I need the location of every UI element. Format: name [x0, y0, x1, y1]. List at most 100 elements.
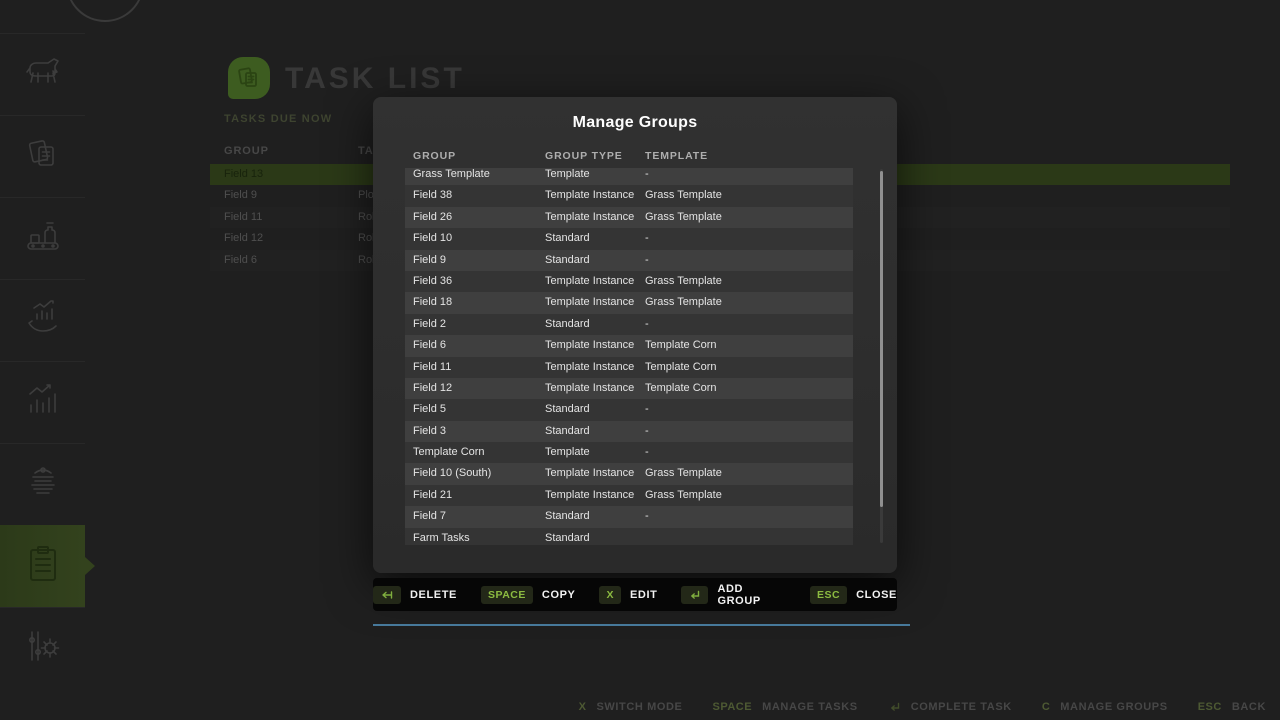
group-type: Template: [545, 442, 590, 463]
group-type: Template Instance: [545, 357, 634, 378]
group-name: Field 3: [413, 421, 446, 442]
group-template: -: [645, 250, 649, 271]
task-row-group: Field 9: [224, 185, 257, 206]
hint-manage-groups[interactable]: C MANAGE GROUPS: [1042, 701, 1168, 713]
group-row[interactable]: Field 11 Template Instance Template Corn: [405, 357, 853, 378]
group-row[interactable]: Template Corn Template -: [405, 442, 853, 463]
hint-key: SPACE: [713, 701, 753, 713]
group-type: Template Instance: [545, 292, 634, 313]
group-type: Standard: [545, 421, 590, 442]
dialog-title: Manage Groups: [373, 114, 897, 132]
group-row[interactable]: Grass Template Template -: [405, 168, 853, 185]
group-row[interactable]: Field 26 Template Instance Grass Templat…: [405, 207, 853, 228]
group-template: Template Corn: [645, 378, 717, 399]
sidebar: [0, 0, 85, 720]
group-row[interactable]: Field 21 Template Instance Grass Templat…: [405, 485, 853, 506]
group-row[interactable]: Field 5 Standard -: [405, 399, 853, 420]
scrollbar-thumb[interactable]: [880, 171, 883, 507]
group-row[interactable]: Farm Tasks Standard: [405, 528, 853, 545]
sidebar-item-contracts[interactable]: [0, 115, 85, 197]
group-row[interactable]: Field 18 Template Instance Grass Templat…: [405, 292, 853, 313]
sidebar-item-settings[interactable]: [0, 607, 85, 689]
col-group: GROUP: [224, 145, 269, 157]
col-template: TEMPLATE: [645, 150, 708, 162]
group-row[interactable]: Field 36 Template Instance Grass Templat…: [405, 271, 853, 292]
scrollbar-track[interactable]: [880, 169, 883, 543]
dialog-action-bar: DELETE SPACE COPY X EDIT ADD GROUP ESC C…: [373, 578, 897, 611]
group-template: -: [645, 442, 649, 463]
hint-manage-tasks[interactable]: SPACE MANAGE TASKS: [713, 701, 858, 713]
task-row-group: Field 11: [224, 207, 262, 228]
manage-groups-dialog: Manage Groups GROUP GROUP TYPE TEMPLATE …: [373, 97, 897, 573]
group-row[interactable]: Field 6 Template Instance Template Corn: [405, 335, 853, 356]
return-icon: [681, 586, 708, 604]
section-label: TASKS DUE NOW: [224, 113, 332, 125]
hint-complete-task[interactable]: COMPLETE TASK: [888, 701, 1012, 713]
group-name: Field 5: [413, 399, 446, 420]
group-type: Template Instance: [545, 207, 634, 228]
settings-icon: [24, 626, 62, 671]
group-name: Field 26: [413, 207, 452, 228]
group-name: Grass Template: [413, 168, 490, 185]
return-icon: [888, 701, 901, 713]
task-row-group: Field 6: [224, 250, 257, 271]
hint-back[interactable]: ESC BACK: [1198, 701, 1266, 713]
group-row[interactable]: Field 2 Standard -: [405, 314, 853, 335]
group-row[interactable]: Field 7 Standard -: [405, 506, 853, 527]
action-delete[interactable]: DELETE: [373, 586, 457, 604]
hint-key: ESC: [1198, 701, 1222, 713]
group-row[interactable]: Field 3 Standard -: [405, 421, 853, 442]
group-template: -: [645, 399, 649, 420]
group-type: Template Instance: [545, 485, 634, 506]
group-name: Field 10 (South): [413, 463, 491, 484]
group-template: -: [645, 228, 649, 249]
key-badge: ESC: [810, 586, 847, 604]
group-name: Farm Tasks: [413, 528, 470, 545]
hint-label: SWITCH MODE: [596, 701, 682, 713]
group-name: Field 12: [413, 378, 452, 399]
focus-divider-line: [373, 624, 910, 626]
task-row-group: Field 12: [224, 228, 263, 249]
action-add-group[interactable]: ADD GROUP: [681, 583, 786, 607]
sidebar-item-task-list[interactable]: [0, 525, 85, 607]
sidebar-item-finances[interactable]: [0, 279, 85, 361]
group-name: Field 9: [413, 250, 446, 271]
group-row[interactable]: Field 38 Template Instance Grass Templat…: [405, 185, 853, 206]
group-template: -: [645, 421, 649, 442]
action-copy[interactable]: SPACE COPY: [481, 586, 575, 604]
sidebar-item-mod-logo[interactable]: [0, 443, 85, 525]
avatar-circle-icon: [66, 0, 144, 22]
bottom-hint-bar: X SWITCH MODE SPACE MANAGE TASKS COMPLET…: [0, 693, 1280, 720]
group-type: Standard: [545, 314, 590, 335]
group-name: Field 6: [413, 335, 446, 356]
key-badge: X: [599, 586, 621, 604]
backspace-icon: [373, 586, 401, 604]
group-name: Field 7: [413, 506, 446, 527]
group-type: Template: [545, 168, 590, 185]
sidebar-item-statistics[interactable]: [0, 361, 85, 443]
group-row[interactable]: Field 9 Standard -: [405, 250, 853, 271]
action-close[interactable]: ESC CLOSE: [810, 586, 897, 604]
key-badge: SPACE: [481, 586, 533, 604]
action-label: EDIT: [630, 589, 657, 601]
sidebar-item-animals[interactable]: [0, 33, 85, 115]
group-row[interactable]: Field 12 Template Instance Template Corn: [405, 378, 853, 399]
hint-label: COMPLETE TASK: [911, 701, 1012, 713]
group-row[interactable]: Field 10 Standard -: [405, 228, 853, 249]
sidebar-item-production[interactable]: [0, 197, 85, 279]
group-template: Grass Template: [645, 485, 722, 506]
hint-label: BACK: [1232, 701, 1266, 713]
screen: TASK LIST TASKS DUE NOW GROUP TASK Field…: [0, 0, 1280, 720]
action-label: CLOSE: [856, 589, 897, 601]
group-type: Standard: [545, 506, 590, 527]
hint-label: MANAGE GROUPS: [1060, 701, 1167, 713]
action-edit[interactable]: X EDIT: [599, 586, 657, 604]
group-name: Field 2: [413, 314, 446, 335]
group-template: Grass Template: [645, 207, 722, 228]
group-row[interactable]: Field 10 (South) Template Instance Grass…: [405, 463, 853, 484]
hint-switch-mode[interactable]: X SWITCH MODE: [579, 701, 683, 713]
group-type: Standard: [545, 228, 590, 249]
group-template: Grass Template: [645, 185, 722, 206]
hint-key: X: [579, 701, 587, 713]
hint-label: MANAGE TASKS: [762, 701, 858, 713]
